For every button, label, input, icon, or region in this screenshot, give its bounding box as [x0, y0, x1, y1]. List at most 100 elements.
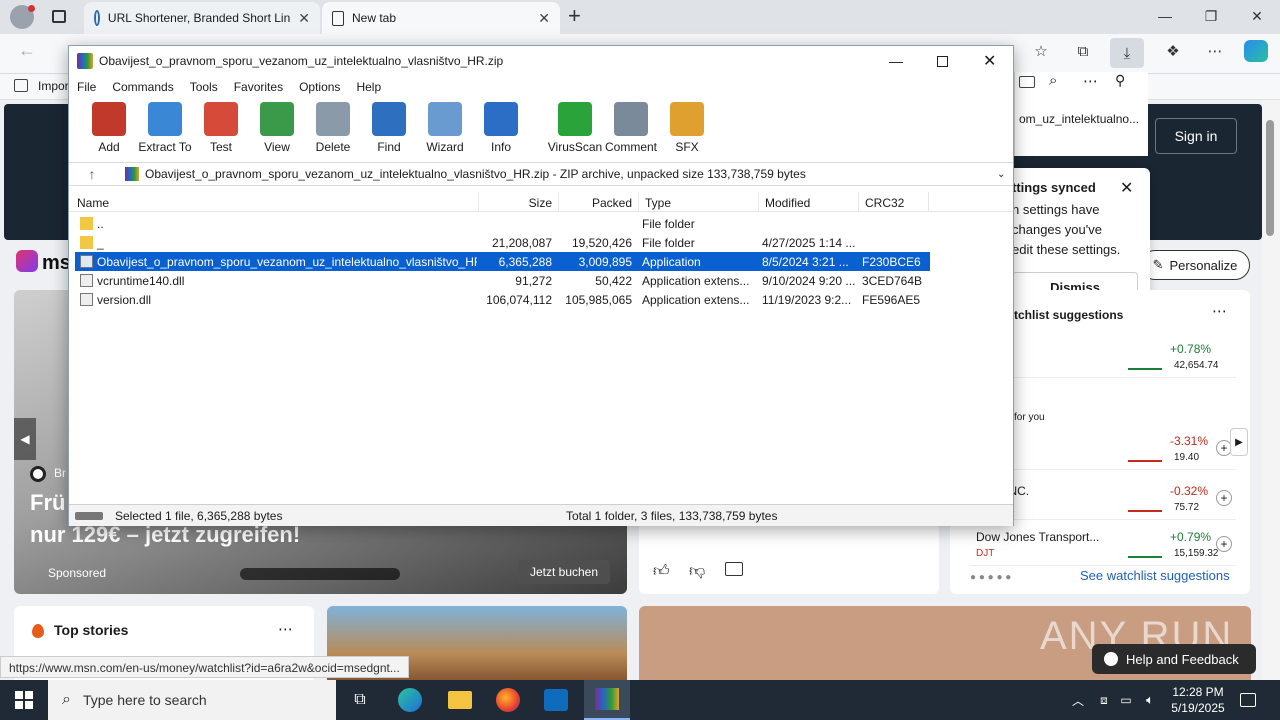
stock-change: -0.32%	[1170, 484, 1209, 498]
watchlist-next-button[interactable]: ▶	[1230, 428, 1248, 456]
ad-cta-button[interactable]: Jetzt buchen	[518, 560, 610, 584]
toolbar-find-button[interactable]: Find	[361, 98, 417, 154]
carousel-prev-button[interactable]: ◀	[14, 418, 36, 460]
toolbar-delete-button[interactable]: Delete	[305, 98, 361, 154]
file-row[interactable]: Obavijest_o_pravnom_sporu_vezanom_uz_int…	[75, 252, 930, 271]
toolbar-virusscan-button[interactable]: VirusScan	[547, 98, 603, 154]
wifi-icon[interactable]: ▭	[1116, 680, 1136, 720]
notifications-icon[interactable]	[1236, 680, 1260, 720]
clock[interactable]: 12:28 PM 5/19/2025	[1162, 680, 1234, 720]
pagination-dots[interactable]: ● ● ● ● ●	[970, 572, 1011, 583]
col-crc[interactable]: CRC32	[859, 192, 929, 211]
help-feedback-button[interactable]: Help and Feedback	[1092, 644, 1256, 674]
network-icon[interactable]: ⧈	[1094, 680, 1114, 720]
carousel-dots[interactable]	[240, 568, 400, 580]
tab-label: URL Shortener, Branded Short Lin	[107, 11, 291, 25]
copilot-icon[interactable]	[1244, 40, 1268, 62]
personalize-button[interactable]: ✎ Personalize	[1140, 250, 1250, 280]
edge-icon[interactable]	[390, 680, 430, 720]
see-watchlist-link[interactable]: See watchlist suggestions	[1080, 568, 1230, 583]
toolbar-comment-button[interactable]: Comment	[603, 98, 659, 154]
task-view-icon[interactable]: ⧉	[340, 680, 380, 720]
tab-url-shortener[interactable]: URL Shortener, Branded Short Lin ✕	[84, 2, 320, 34]
file-list-header: Name Size Packed Type Modified CRC32	[69, 192, 1013, 212]
back-arrow-icon[interactable]: ←	[18, 40, 36, 61]
thumbs-up-icon[interactable]: 👍︎	[653, 562, 670, 581]
col-packed[interactable]: Packed	[559, 192, 639, 211]
import-favorites-link[interactable]: Impor	[38, 79, 69, 93]
file-row[interactable]: _ 21,208,087 19,520,426 File folder 4/27/202…	[75, 233, 930, 252]
comment-icon[interactable]	[725, 562, 743, 576]
toolbar-view-button[interactable]: View	[249, 98, 305, 154]
close-tab-icon[interactable]: ✕	[298, 10, 310, 27]
restore-button[interactable]: ❐	[1188, 0, 1234, 32]
folder-icon[interactable]	[1019, 76, 1035, 88]
winrar-close-button[interactable]: ✕	[983, 51, 996, 71]
file-row[interactable]: version.dll 106,074,112 105,985,065 Applica…	[75, 290, 930, 309]
menu-item-options[interactable]: Options	[291, 80, 348, 94]
col-type[interactable]: Type	[639, 192, 759, 211]
start-button[interactable]	[0, 680, 48, 720]
top-stories-more-icon[interactable]: ⋯	[278, 620, 293, 638]
col-size[interactable]: Size	[479, 192, 559, 211]
toolbar-info-button[interactable]: Info	[473, 98, 529, 154]
winrar-taskbar-icon[interactable]	[584, 680, 630, 720]
sign-in-button[interactable]: Sign in	[1155, 118, 1237, 154]
taskbar-search[interactable]: ⌕ Type here to search	[48, 680, 336, 720]
tab-actions-icon[interactable]	[52, 10, 66, 23]
extensions-icon[interactable]: ❖	[1160, 40, 1186, 62]
favorites-icon[interactable]: ☆	[1028, 40, 1054, 62]
page-scrollbar[interactable]	[1262, 100, 1280, 680]
pencil-icon: ✎	[1152, 257, 1164, 272]
minimize-button[interactable]: —	[1142, 0, 1188, 32]
winrar-minimize-button[interactable]: —	[889, 53, 903, 69]
file-explorer-icon[interactable]	[440, 680, 480, 720]
volume-icon[interactable]: 🔈︎	[1140, 680, 1160, 720]
cell-crc: F230BCE6	[862, 254, 921, 269]
more-menu-icon[interactable]: ⋯	[1202, 40, 1228, 62]
tab-new-tab[interactable]: New tab ✕	[322, 2, 560, 34]
add-stock-icon[interactable]: +	[1216, 490, 1232, 506]
collections-icon[interactable]: ⧉	[1070, 40, 1096, 62]
watchlist-more-icon[interactable]: ⋯	[1212, 302, 1227, 320]
file-row[interactable]: .. File folder	[75, 214, 930, 233]
news-card[interactable]: 👍︎ 👎︎	[639, 520, 939, 594]
menu-item-favorites[interactable]: Favorites	[226, 80, 291, 94]
menu-item-help[interactable]: Help	[348, 80, 389, 94]
toolbar-wizard-button[interactable]: Wizard	[417, 98, 473, 154]
toolbar-extract-to-button[interactable]: Extract To	[137, 98, 193, 154]
toolbar-add-button[interactable]: Add	[81, 98, 137, 154]
toolbar-sfx-button[interactable]: SFX	[659, 98, 715, 154]
cell-type: Application	[642, 254, 701, 269]
download-file-name[interactable]: om_uz_intelektualno...	[1019, 112, 1139, 126]
firefox-icon[interactable]	[488, 680, 528, 720]
close-button[interactable]: ✕	[1234, 0, 1280, 32]
archive-path[interactable]: Obavijest_o_pravnom_sporu_vezanom_uz_int…	[145, 167, 806, 181]
thumbs-down-icon[interactable]: 👎︎	[689, 562, 705, 581]
new-tab-button[interactable]: +	[568, 3, 581, 29]
search-icon[interactable]: ⌕	[1049, 72, 1057, 89]
pin-icon[interactable]: ⚲	[1115, 72, 1125, 89]
virusscan-icon	[558, 102, 592, 136]
more-icon[interactable]: ⋯	[1083, 72, 1098, 90]
file-row[interactable]: vcruntime140.dll 91,272 50,422 Application …	[75, 271, 930, 290]
msn-logo[interactable]: ms	[42, 252, 71, 275]
menu-item-commands[interactable]: Commands	[104, 80, 181, 94]
up-arrow-icon[interactable]: ↑	[69, 166, 115, 182]
cell-packed: 105,985,065	[565, 292, 632, 307]
popup-close-icon[interactable]: ✕	[1120, 178, 1133, 198]
winrar-maximize-button[interactable]	[937, 55, 948, 67]
close-tab-icon[interactable]: ✕	[538, 10, 550, 27]
menu-item-tools[interactable]: Tools	[182, 80, 226, 94]
col-name[interactable]: Name	[69, 192, 479, 211]
watchlist-row[interactable]: Dow Jones Transport... DJT +0.79% 15,159.32…	[970, 526, 1236, 566]
scrollbar-thumb[interactable]	[1266, 120, 1274, 236]
add-stock-icon[interactable]: +	[1216, 536, 1232, 552]
downloads-icon[interactable]: ⤓	[1110, 38, 1144, 68]
menu-item-file[interactable]: File	[69, 80, 104, 94]
show-hidden-icons[interactable]: ︿	[1068, 680, 1088, 720]
toolbar-test-button[interactable]: Test	[193, 98, 249, 154]
path-dropdown-icon[interactable]: ⌄	[997, 169, 1005, 180]
col-modified[interactable]: Modified	[759, 192, 859, 211]
outlook-icon[interactable]	[536, 680, 576, 720]
